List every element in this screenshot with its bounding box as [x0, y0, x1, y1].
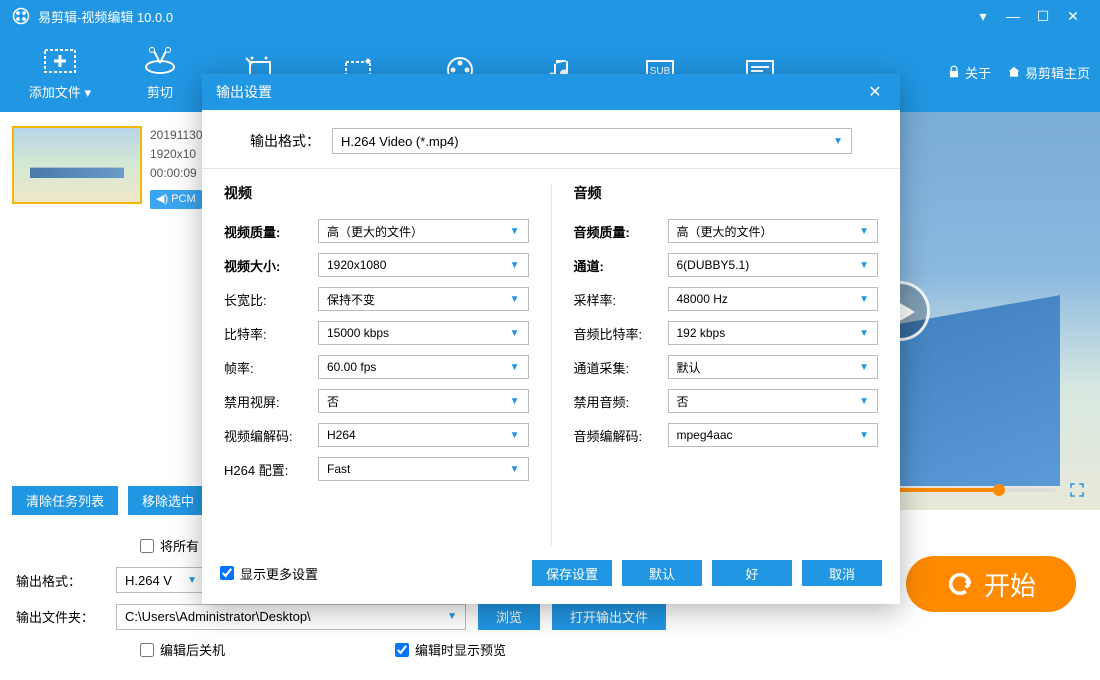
output-settings-dialog: 输出设置 ✕ 输出格式： H.264 Video (*.mp4)▼ 视频 视频质… — [202, 74, 900, 604]
app-title: 易剪辑-视频编辑 10.0.0 — [38, 7, 173, 26]
fullscreen-icon[interactable] — [1068, 481, 1086, 499]
ok-button[interactable]: 好 — [712, 560, 792, 586]
close-window-button[interactable]: ✕ — [1058, 8, 1088, 25]
home-icon — [1007, 65, 1021, 79]
video-codec-select[interactable]: H264▼ — [318, 423, 529, 447]
dialog-close-button[interactable]: ✕ — [864, 82, 886, 102]
save-settings-button[interactable]: 保存设置 — [532, 560, 612, 586]
audio-column: 音频 音频质量:高（更大的文件）▼ 通道:6(DUBBY5.1)▼ 采样率:48… — [552, 183, 901, 546]
channels-select[interactable]: 6(DUBBY5.1)▼ — [668, 253, 879, 277]
open-output-button[interactable]: 打开输出文件 — [552, 603, 666, 630]
fps-select[interactable]: 60.00 fps▼ — [318, 355, 529, 379]
merge-all-checkbox[interactable] — [140, 539, 154, 553]
video-heading: 视频 — [224, 183, 529, 203]
app-logo-icon — [12, 7, 30, 25]
clip-meta: 20191130 1920x10 00:00:09 ◀) PCM — [150, 126, 203, 209]
add-file-button[interactable]: 添加文件 ▾ — [10, 44, 110, 101]
disable-audio-select[interactable]: 否▼ — [668, 389, 879, 413]
default-button[interactable]: 默认 — [622, 560, 702, 586]
minimize-button[interactable]: — — [998, 8, 1028, 24]
sample-rate-select[interactable]: 48000 Hz▼ — [668, 287, 879, 311]
audio-codec-badge: ◀) PCM — [150, 190, 202, 210]
scissors-icon — [144, 47, 176, 75]
cut-label: 剪切 — [147, 85, 173, 100]
maximize-button[interactable]: ☐ — [1028, 8, 1058, 25]
video-size-select[interactable]: 1920x1080▼ — [318, 253, 529, 277]
audio-quality-select[interactable]: 高（更大的文件）▼ — [668, 219, 879, 243]
video-bitrate-select[interactable]: 15000 kbps▼ — [318, 321, 529, 345]
titlebar: 易剪辑-视频编辑 10.0.0 ▾ — ☐ ✕ — [0, 0, 1100, 32]
output-folder-label: 输出文件夹： — [16, 607, 116, 626]
about-link[interactable]: 关于 — [947, 63, 991, 82]
output-format-label: 输出格式： — [16, 571, 116, 590]
dialog-format-label: 输出格式： — [250, 131, 320, 151]
chevron-down-icon: ▾ — [85, 85, 92, 100]
cancel-button[interactable]: 取消 — [802, 560, 882, 586]
show-more-checkbox[interactable] — [220, 566, 234, 580]
h264-preset-select[interactable]: Fast▼ — [318, 457, 529, 481]
lock-icon — [947, 65, 961, 79]
add-file-label: 添加文件 — [29, 85, 81, 100]
clear-list-button[interactable]: 清除任务列表 — [12, 486, 118, 515]
output-folder-select[interactable]: C:\Users\Administrator\Desktop\▼ — [116, 604, 466, 630]
dialog-title: 输出设置 — [216, 82, 272, 102]
aspect-ratio-select[interactable]: 保持不变▼ — [318, 287, 529, 311]
cut-button[interactable]: 剪切 — [110, 44, 210, 101]
dropdown-window-button[interactable]: ▾ — [968, 8, 998, 25]
home-link[interactable]: 易剪辑主页 — [1007, 63, 1090, 82]
start-button[interactable]: 开始 — [906, 556, 1076, 612]
clip-thumbnail — [12, 126, 142, 204]
browse-button[interactable]: 浏览 — [478, 603, 540, 630]
remove-selected-button[interactable]: 移除选中 — [128, 486, 208, 515]
disable-video-select[interactable]: 否▼ — [318, 389, 529, 413]
video-column: 视频 视频质量:高（更大的文件）▼ 视频大小:1920x1080▼ 长宽比:保持… — [202, 183, 552, 546]
filmstrip-add-icon — [44, 47, 76, 75]
dialog-format-select[interactable]: H.264 Video (*.mp4)▼ — [332, 128, 852, 154]
refresh-icon — [946, 570, 974, 598]
audio-bitrate-select[interactable]: 192 kbps▼ — [668, 321, 879, 345]
preview-checkbox[interactable] — [395, 643, 409, 657]
audio-codec-select[interactable]: mpeg4aac▼ — [668, 423, 879, 447]
output-format-select[interactable]: H.264 V▼ — [116, 567, 206, 593]
channel-capture-select[interactable]: 默认▼ — [668, 355, 879, 379]
audio-heading: 音频 — [574, 183, 879, 203]
shutdown-checkbox[interactable] — [140, 643, 154, 657]
video-quality-select[interactable]: 高（更大的文件）▼ — [318, 219, 529, 243]
